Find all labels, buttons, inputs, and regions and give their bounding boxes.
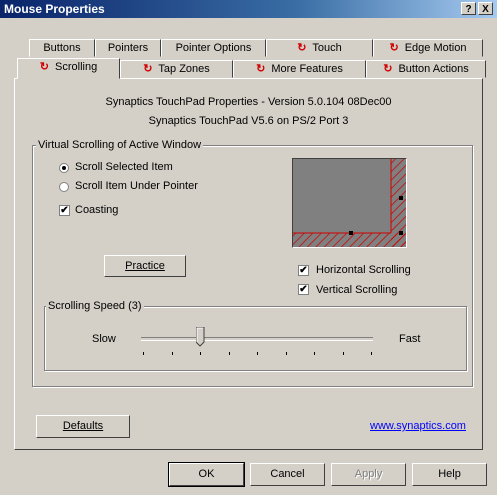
touchpad-icon: ↻ bbox=[143, 63, 153, 75]
slow-label: Slow bbox=[92, 333, 116, 345]
slider-tick bbox=[200, 352, 201, 355]
slider-tick bbox=[343, 352, 344, 355]
vertical-scrolling-checkbox[interactable]: ✔ bbox=[298, 284, 309, 295]
version-info: Synaptics TouchPad Properties - Version … bbox=[105, 96, 392, 108]
slider-thumb-shape bbox=[195, 326, 205, 347]
group-legend: Virtual Scrolling of Active Window bbox=[36, 139, 204, 151]
close-button[interactable]: X bbox=[478, 2, 493, 15]
slider-tick bbox=[314, 352, 315, 355]
window-title: Mouse Properties bbox=[4, 2, 105, 16]
radio-scroll-selected-item[interactable] bbox=[59, 163, 69, 173]
tab-more-features[interactable]: ↻ More Features bbox=[233, 60, 366, 78]
help-dialog-button[interactable]: Help bbox=[412, 463, 487, 486]
tab-pointer-options[interactable]: Pointer Options bbox=[161, 39, 266, 57]
touchpad-icon: ↻ bbox=[389, 42, 399, 54]
slider-tick bbox=[371, 352, 372, 355]
radio-label[interactable]: Scroll Selected Item bbox=[75, 161, 173, 173]
defaults-button[interactable]: Defaults bbox=[36, 415, 130, 438]
slider-tick bbox=[257, 352, 258, 355]
scroll-region-graphic bbox=[293, 159, 406, 247]
help-button[interactable]: ? bbox=[461, 2, 476, 15]
ok-button[interactable]: OK bbox=[168, 462, 245, 487]
coasting-checkbox[interactable]: ✔ bbox=[59, 205, 70, 216]
tab-pointers[interactable]: Pointers bbox=[95, 39, 161, 57]
slider-tick bbox=[172, 352, 173, 355]
cancel-button[interactable]: Cancel bbox=[250, 463, 325, 486]
touchpad-icon: ↻ bbox=[297, 42, 307, 54]
apply-button[interactable]: Apply bbox=[331, 463, 406, 486]
horizontal-scrolling-checkbox[interactable]: ✔ bbox=[298, 265, 309, 276]
tab-button-actions[interactable]: ↻ Button Actions bbox=[366, 60, 486, 78]
device-info: Synaptics TouchPad V5.6 on PS/2 Port 3 bbox=[148, 115, 349, 127]
coasting-label[interactable]: Coasting bbox=[75, 204, 118, 216]
slider-thumb[interactable] bbox=[195, 326, 205, 347]
speed-legend: Scrolling Speed (3) bbox=[46, 300, 144, 312]
radio-scroll-item-under-pointer[interactable] bbox=[59, 182, 69, 192]
tab-scrolling[interactable]: ↻ Scrolling bbox=[17, 58, 120, 79]
scroll-preview-area bbox=[292, 158, 407, 248]
touchpad-icon: ↻ bbox=[39, 61, 50, 73]
tab-tap-zones[interactable]: ↻ Tap Zones bbox=[120, 60, 233, 78]
fast-label: Fast bbox=[399, 333, 421, 345]
synaptics-link[interactable]: www.synaptics.com bbox=[370, 420, 466, 432]
vertical-scrolling-label[interactable]: Vertical Scrolling bbox=[316, 284, 397, 296]
tab-touch[interactable]: ↻ Touch bbox=[266, 39, 373, 57]
touchpad-icon: ↻ bbox=[383, 63, 393, 75]
slider-tick bbox=[143, 352, 144, 355]
title-bar: Mouse Properties ? X bbox=[0, 0, 497, 18]
tab-edge-motion[interactable]: ↻ Edge Motion bbox=[373, 39, 483, 57]
slider-tick bbox=[286, 352, 287, 355]
practice-button[interactable]: Practice bbox=[104, 255, 186, 277]
slider-tick bbox=[229, 352, 230, 355]
horizontal-scrolling-label[interactable]: Horizontal Scrolling bbox=[316, 264, 411, 276]
touchpad-icon: ↻ bbox=[256, 63, 266, 75]
slider-track[interactable] bbox=[141, 337, 373, 341]
radio-label[interactable]: Scroll Item Under Pointer bbox=[75, 180, 198, 192]
tab-buttons[interactable]: Buttons bbox=[29, 39, 95, 57]
